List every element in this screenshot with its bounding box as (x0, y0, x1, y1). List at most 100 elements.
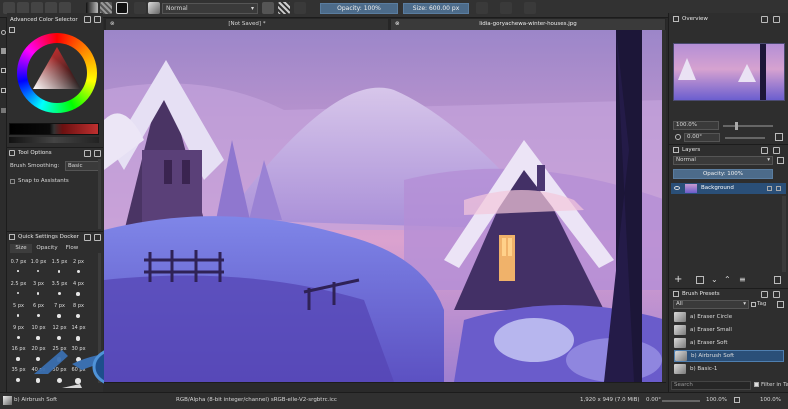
close-docker-icon[interactable] (773, 16, 780, 23)
float-docker-icon[interactable] (84, 234, 91, 241)
size-preset-dot[interactable] (57, 314, 61, 318)
brush-preset-item[interactable]: b) Basic-1 (674, 363, 784, 375)
tool-options-scrollbar[interactable] (98, 159, 101, 229)
brush-smoothing-select[interactable]: Basic (65, 161, 101, 171)
status-zoom-slider[interactable] (662, 400, 700, 402)
foreground-background-color-icon[interactable] (116, 2, 128, 14)
size-preset-label[interactable]: 9 px (9, 323, 28, 333)
float-docker-icon[interactable] (761, 16, 768, 23)
tool-fill-icon[interactable] (1, 108, 6, 113)
size-preset-label[interactable]: 7 px (50, 301, 69, 311)
tool-select-icon[interactable] (1, 68, 6, 73)
preset-filter-select[interactable]: All ▾ (673, 300, 749, 309)
float-docker-icon[interactable] (761, 291, 768, 298)
canvas-vertical-scrollbar[interactable] (662, 30, 666, 382)
zoom-slider-handle[interactable] (735, 122, 738, 130)
eraser-mode-icon[interactable] (262, 2, 274, 14)
size-preset-dot[interactable] (37, 270, 39, 272)
zoom-slider[interactable] (723, 125, 773, 127)
qs-tab-size[interactable]: Size (10, 244, 32, 253)
tool-shape-icon[interactable] (1, 30, 6, 35)
filter-in-tag-checkbox[interactable] (754, 382, 759, 387)
preserve-alpha-icon[interactable] (294, 2, 306, 14)
inherit-alpha-icon[interactable] (776, 186, 781, 191)
close-docker-icon[interactable] (94, 16, 101, 23)
size-preset-label[interactable]: 16 px (9, 344, 28, 354)
size-preset-dot[interactable] (57, 292, 61, 295)
color-triangle[interactable] (27, 43, 87, 103)
size-preset-dot[interactable] (16, 314, 20, 317)
brush-preset-item[interactable]: a) Eraser Circle (674, 311, 784, 323)
layer-row-background[interactable]: Background (671, 183, 786, 194)
color-value-strip[interactable] (9, 137, 99, 143)
reset-brush-icon[interactable] (278, 2, 290, 14)
status-zoom[interactable]: 100.0% (706, 396, 727, 405)
qs-tab-flow[interactable]: Flow (61, 244, 83, 253)
edit-brush-settings-icon[interactable] (134, 2, 146, 14)
brush-preset-item[interactable]: a) Eraser Soft (674, 337, 784, 349)
layer-opacity-slider[interactable]: Opacity: 100% (673, 169, 773, 179)
size-slider[interactable]: Size: 600.00 px (403, 3, 469, 14)
size-preset-label[interactable]: 8 px (69, 301, 88, 311)
size-preset-label[interactable]: 2.5 px (9, 279, 28, 289)
size-preset-dot[interactable] (76, 292, 80, 296)
float-docker-icon[interactable] (84, 16, 91, 23)
size-preset-label[interactable]: 2 px (69, 257, 88, 267)
size-preset-dot[interactable] (17, 270, 19, 272)
duplicate-layer-icon[interactable] (696, 276, 704, 284)
zoom-lock-icon[interactable] (734, 397, 740, 403)
size-preset-label[interactable]: 5 px (9, 301, 28, 311)
mirror-horizontal-icon[interactable] (476, 2, 488, 14)
size-preset-dot[interactable] (36, 336, 40, 340)
close-docker-icon[interactable] (94, 150, 101, 157)
size-preset-label[interactable]: 10 px (29, 323, 48, 333)
add-layer-icon[interactable]: + (674, 274, 682, 285)
size-preset-label[interactable]: 35 px (9, 365, 28, 375)
move-layer-up-icon[interactable]: ⌃ (724, 275, 731, 284)
size-preset-dot[interactable] (76, 314, 80, 318)
size-preset-dot[interactable] (17, 292, 19, 294)
mirror-vertical-icon[interactable] (500, 2, 512, 14)
blend-mode-select[interactable]: Normal ▾ (162, 3, 258, 14)
overview-thumbnail[interactable] (673, 43, 785, 101)
layers-scrollbar[interactable] (782, 196, 786, 272)
size-preset-label[interactable]: 1.0 px (29, 257, 48, 267)
size-preset-label[interactable]: 4 px (69, 279, 88, 289)
snap-assistants-checkbox[interactable] (10, 179, 15, 184)
canvas[interactable] (104, 30, 666, 382)
size-preset-label[interactable]: 14 px (69, 323, 88, 333)
size-preset-label[interactable]: 0.7 px (9, 257, 28, 267)
preset-view-icon[interactable] (777, 301, 784, 308)
status-rotation[interactable]: 0.00° (646, 396, 661, 405)
close-tab-icon[interactable]: ⊗ (110, 19, 115, 30)
size-preset-dot[interactable] (16, 378, 20, 382)
close-docker-icon[interactable] (773, 291, 780, 298)
size-preset-dot[interactable] (57, 270, 61, 273)
opacity-slider[interactable]: Opacity: 100% (320, 3, 398, 14)
close-docker-icon[interactable] (773, 147, 780, 154)
float-docker-icon[interactable] (761, 147, 768, 154)
layer-filter-icon[interactable] (777, 157, 784, 164)
rotate-icon[interactable] (675, 134, 681, 140)
canvas-horizontal-scrollbar[interactable] (104, 382, 666, 391)
layer-properties-icon[interactable]: ≡ (739, 275, 746, 284)
layer-blend-select[interactable]: Normal ▾ (673, 156, 773, 165)
tab-winter-houses[interactable]: ⊗ lidia-goryachewa-winter-houses.jpg (391, 19, 665, 30)
size-preset-label[interactable]: 6 px (29, 301, 48, 311)
size-preset-label[interactable]: 3 px (29, 279, 48, 289)
size-preset-label[interactable]: 12 px (50, 323, 69, 333)
size-preset-label[interactable]: 3.5 px (50, 279, 69, 289)
brush-preset-item[interactable]: b) Airbrush Soft (674, 350, 784, 362)
zoom-field[interactable]: 100.0% (673, 121, 719, 130)
close-docker-icon[interactable] (94, 234, 101, 241)
brush-preset-item[interactable]: a) Eraser Small (674, 324, 784, 336)
color-settings-icon[interactable] (9, 27, 15, 33)
tool-transform-icon[interactable] (1, 88, 6, 93)
size-preset-dot[interactable] (16, 357, 20, 361)
brush-preset-icon[interactable] (148, 2, 160, 14)
size-preset-dot[interactable] (76, 270, 80, 273)
size-preset-dot[interactable] (36, 292, 40, 295)
rotation-field[interactable]: 0.00° (684, 133, 720, 142)
float-docker-icon[interactable] (84, 150, 91, 157)
preset-search-input[interactable]: Search (671, 381, 751, 390)
